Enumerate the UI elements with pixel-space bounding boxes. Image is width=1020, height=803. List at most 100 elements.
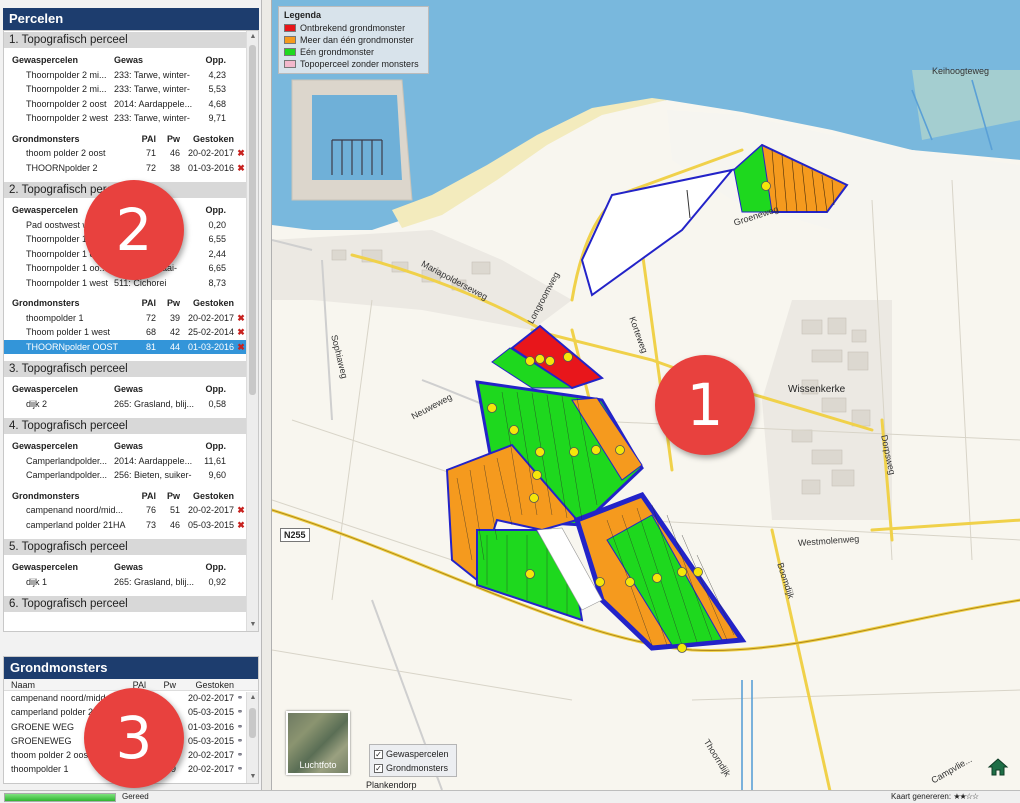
gewasperceel-cell: Thoornpolder 2 mi... <box>26 84 107 94</box>
grondmonster-cell: thoompolder 1 <box>26 312 84 323</box>
layer-gewaspercelen[interactable]: ✓ Gewaspercelen <box>374 747 452 761</box>
gewaspercelen-header-row: Gewaspercelen Gewas Opp. <box>4 382 248 397</box>
town-label: Plankendorp <box>366 780 417 790</box>
gewasperceel-cell: 8,73 <box>208 277 226 288</box>
scroll-down-arrow-icon[interactable]: ▼ <box>247 771 259 783</box>
scrollbar-thumb[interactable] <box>249 708 256 738</box>
section-header[interactable]: 1. Topografisch perceel <box>4 31 248 48</box>
column-header: PAl <box>141 298 156 308</box>
column-header: Grondmonsters <box>12 133 80 144</box>
scroll-down-arrow-icon[interactable]: ▼ <box>247 619 258 631</box>
grondmonster-row[interactable]: thoom polder 2 oost 71 46 20-02-2017 ✖ <box>4 146 248 161</box>
grondmonster-row[interactable]: THOORNpolder 2 72 38 01-03-2016 ✖ <box>4 161 248 176</box>
gewasperceel-row[interactable]: Thoornpolder 2 oost 2014: Aardappele... 4,… <box>4 97 248 112</box>
column-header-naam[interactable]: Naam <box>4 679 120 690</box>
percelen-list-scroll-area[interactable]: 1. Topografisch perceel Gewaspercelen Gewa… <box>3 30 259 632</box>
grondmonster-row[interactable]: thoompolder 1 72 39 20-02-2017 ✖ <box>4 311 248 326</box>
link-icon[interactable]: ⚭ <box>234 748 246 762</box>
column-header: Opp. <box>205 384 227 394</box>
layer-toggle-panel: ✓ Gewaspercelen ✓ Grondmonsters <box>369 744 457 777</box>
gewasperceel-row[interactable]: dijk 1 265: Grasland, blij... 0,92 <box>4 575 248 590</box>
grondmonster-cell: 72 <box>145 312 156 323</box>
column-header-gestoken[interactable]: Gestoken <box>176 679 234 690</box>
legend-swatch <box>284 48 296 56</box>
gewasperceel-row[interactable]: Thoornpolder 2 mi... 233: Tarwe, winter- 4… <box>4 68 248 83</box>
gewasperceel-cell: Thoornpolder 1 west <box>26 277 109 288</box>
grondmonster-cell: 68 <box>145 327 156 337</box>
annotation-badge-3: 3 <box>84 688 184 788</box>
gewasperceel-cell: 2014: Aardappele... <box>114 98 193 109</box>
grondmonsters-scrollbar[interactable]: ▲ ▼ <box>246 692 258 783</box>
section-header[interactable]: 6. Topografisch perceel <box>4 595 248 612</box>
gewasperceel-row[interactable]: dijk 2 265: Grasland, blij... 0,58 <box>4 397 248 412</box>
section-body: Gewaspercelen Gewas Opp. dijk 2 265: Graslan… <box>4 377 248 417</box>
grondmonster-cell: 46 <box>169 519 180 530</box>
section-body: Gewaspercelen Gewas Opp. dijk 1 265: Graslan… <box>4 555 248 595</box>
grondmonster-table-cell: 20-02-2017 <box>187 693 234 703</box>
column-header: Opp. <box>205 55 227 65</box>
gewasperceel-row[interactable]: Camperlandpolder... 2014: Aardappele... 11… <box>4 454 248 469</box>
gewaspercelen-header-row: Gewaspercelen Gewas Opp. <box>4 560 248 575</box>
link-icon[interactable]: ⚭ <box>234 720 246 734</box>
grondmonster-table-cell: 05-03-2015 <box>187 735 234 746</box>
grondmonster-table-cell: 05-03-2015 <box>187 707 234 718</box>
link-icon[interactable]: ⚭ <box>234 734 246 748</box>
scroll-up-arrow-icon[interactable]: ▲ <box>247 692 259 704</box>
column-header: Gewas <box>114 562 144 572</box>
grondmonster-row-selected[interactable]: THOORNpolder OOST 81 44 01-03-2016 ✖ <box>4 339 248 354</box>
layer-grondmonsters-checkbox[interactable]: ✓ <box>374 763 383 773</box>
percelen-scrollbar[interactable]: ▲ ▼ <box>246 31 258 631</box>
column-header: Gewaspercelen <box>12 384 79 394</box>
column-header: Pw <box>166 490 180 501</box>
map-legend: Legenda Ontbrekend grondmonster Meer dan … <box>278 6 429 74</box>
grondmonster-cell: 01-03-2016 <box>187 162 234 173</box>
section-header[interactable]: 3. Topografisch perceel <box>4 360 248 377</box>
section-header[interactable]: 5. Topografisch perceel <box>4 538 248 555</box>
map-view[interactable]: Legenda Ontbrekend grondmonster Meer dan … <box>271 0 1020 790</box>
grondmonster-row[interactable]: Thoom polder 1 west 68 42 25-02-2014 ✖ <box>4 325 248 340</box>
scroll-up-arrow-icon[interactable]: ▲ <box>247 31 258 43</box>
grondmonster-cell: thoom polder 2 oost <box>26 148 106 158</box>
legend-swatch <box>284 36 296 44</box>
column-header: PAl <box>141 490 156 501</box>
layer-grondmonsters[interactable]: ✓ Grondmonsters <box>374 761 452 775</box>
grondmonster-cell: THOORNpolder 2 <box>26 162 98 173</box>
grondmonster-cell: 05-03-2015 <box>187 519 234 530</box>
gewasperceel-row[interactable]: Thoornpolder 2 mi... 233: Tarwe, winter- 5… <box>4 82 248 97</box>
layer-gewaspercelen-checkbox[interactable]: ✓ <box>374 749 383 759</box>
column-header-pw[interactable]: Pw <box>146 679 176 690</box>
grondmonster-cell: 73 <box>145 519 156 530</box>
grondmonster-row[interactable]: campenand noord/mid... 76 51 20-02-2017 ✖ <box>4 503 248 518</box>
column-header: Gewas <box>114 441 144 451</box>
home-icon[interactable] <box>987 756 1009 778</box>
gewasperceel-cell: 233: Tarwe, winter- <box>114 84 190 94</box>
column-header: Gewaspercelen <box>12 441 79 451</box>
layer-grondmonsters-label: Grondmonsters <box>386 763 449 773</box>
gewasperceel-row[interactable]: Thoornpolder 2 west 233: Tarwe, winter- 9,… <box>4 111 248 126</box>
grondmonster-row[interactable]: camperland polder 21HA 73 46 05-03-2015 ✖ <box>4 518 248 533</box>
map-canvas[interactable] <box>272 0 1020 790</box>
gewasperceel-cell: 11,61 <box>204 455 226 466</box>
luchtfoto-button[interactable]: Luchtfoto <box>286 711 350 775</box>
grondmonster-cell: 25-02-2014 <box>187 327 234 337</box>
annotation-badge-1: 1 <box>655 355 755 455</box>
gewasperceel-cell: dijk 1 <box>26 576 48 587</box>
gewasperceel-cell: 6,65 <box>208 263 226 273</box>
road-label: Keihoogteweg <box>932 66 990 76</box>
link-icon[interactable]: ⚭ <box>234 762 246 776</box>
gewasperceel-cell: 2014: Aardappele... <box>114 455 193 466</box>
column-header: Gewaspercelen <box>12 55 79 65</box>
section-header[interactable]: 4. Topografisch perceel <box>4 417 248 434</box>
gewasperceel-cell: Thoornpolder 2 west <box>26 113 109 123</box>
grondmonster-cell: 42 <box>169 327 180 337</box>
link-icon[interactable]: ⚭ <box>234 691 246 705</box>
gewasperceel-cell: 0,92 <box>208 576 226 587</box>
gewasperceel-row[interactable]: Camperlandpolder... 256: Bieten, suiker- 9… <box>4 468 248 483</box>
section-body: Gewaspercelen Gewas Opp. Camperlandpolder..… <box>4 434 248 538</box>
gewasperceel-cell: 0,20 <box>208 219 226 230</box>
gewasperceel-cell: 4,68 <box>208 98 226 109</box>
gewasperceel-cell: 265: Grasland, blij... <box>114 576 195 587</box>
link-icon[interactable]: ⚭ <box>234 705 246 719</box>
gewasperceel-cell: 6,55 <box>208 234 226 244</box>
scrollbar-thumb[interactable] <box>249 45 256 395</box>
